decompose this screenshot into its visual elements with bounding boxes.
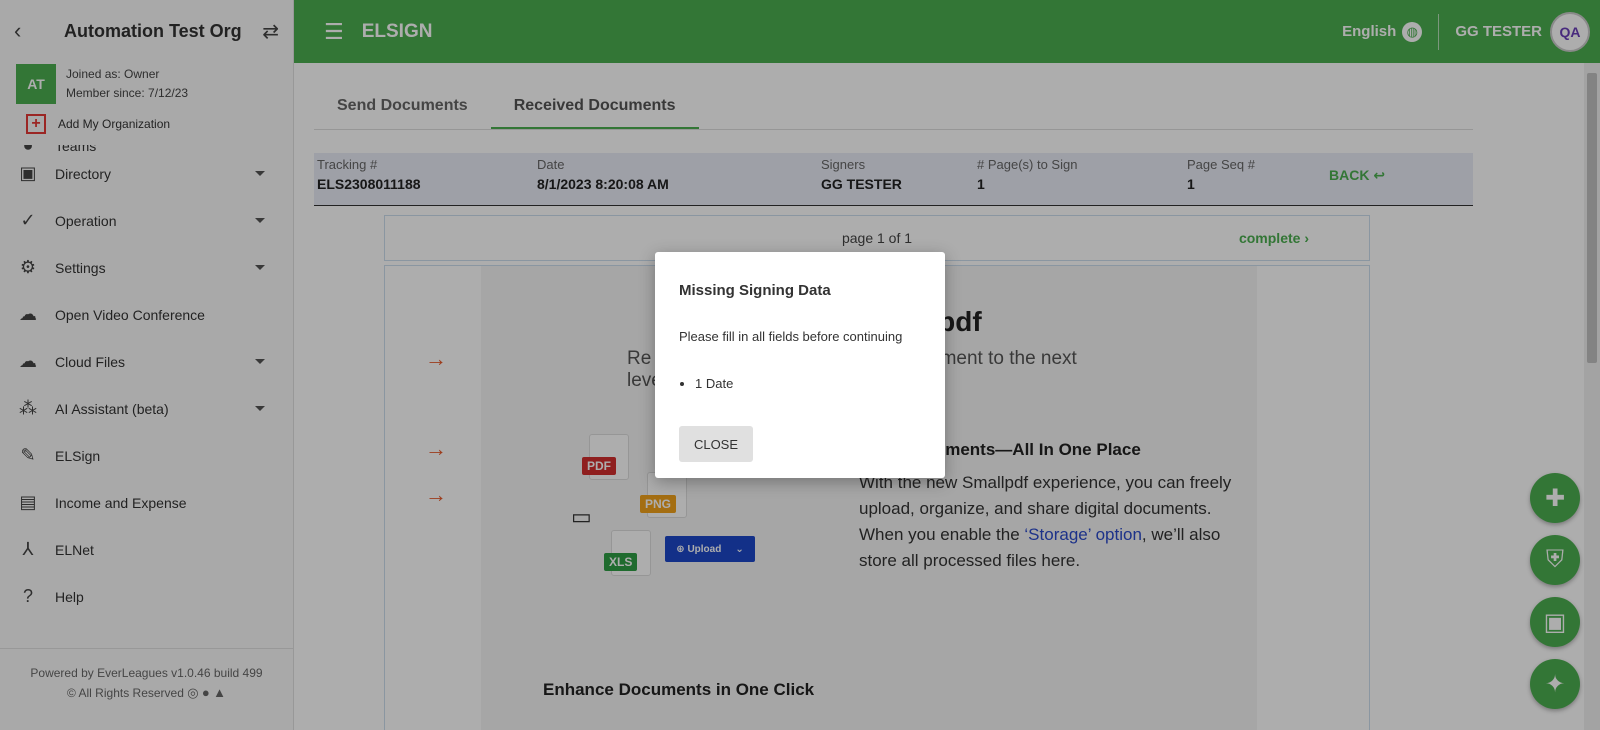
dialog-title: Missing Signing Data: [679, 282, 831, 299]
dialog-message: Please fill in all fields before continu…: [679, 329, 903, 344]
list-item: 1 Date: [695, 376, 733, 391]
missing-items-list: 1 Date: [695, 376, 733, 391]
close-button[interactable]: CLOSE: [679, 426, 753, 462]
missing-data-dialog: Missing Signing Data Please fill in all …: [655, 252, 945, 478]
